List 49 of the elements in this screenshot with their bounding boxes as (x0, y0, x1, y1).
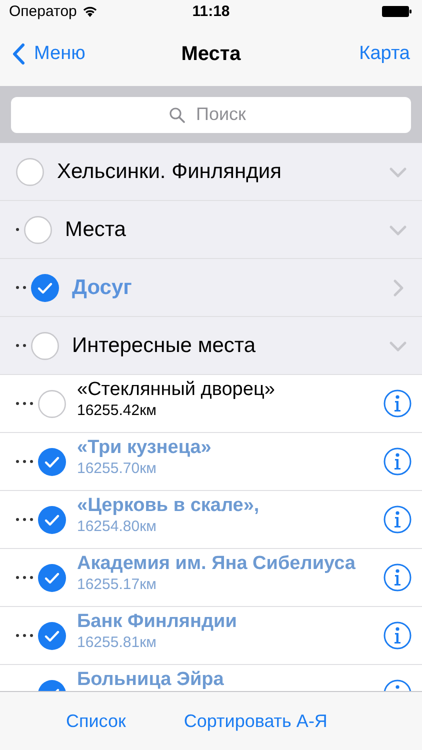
place-distance: 16255.42км (77, 402, 158, 419)
info-icon[interactable] (383, 563, 412, 592)
category-row[interactable]: Интересные места (0, 317, 422, 375)
place-name: «Стеклянный дворец» (77, 379, 276, 400)
back-chevron-icon (12, 43, 25, 65)
category-row[interactable]: Досуг (0, 259, 422, 317)
checked-circle-icon[interactable] (31, 274, 59, 302)
info-icon[interactable] (383, 389, 412, 418)
carrier-name: Оператор (9, 2, 77, 20)
checked-circle-icon[interactable] (38, 448, 66, 476)
category-name: Места (65, 218, 127, 242)
checked-circle-icon[interactable] (38, 622, 66, 650)
back-button[interactable]: Меню (12, 43, 86, 65)
place-distance: 16254.80км (77, 518, 158, 535)
info-icon[interactable] (383, 447, 412, 476)
depth-dots-icon (16, 402, 36, 405)
wifi-icon (82, 5, 98, 17)
category-row[interactable]: Хельсинки. Финляндия (0, 143, 422, 201)
nav-title: Места (180, 42, 242, 66)
depth-dots-icon (16, 228, 22, 231)
place-name: Больница Эйра (77, 669, 225, 690)
category-name: Хельсинки. Финляндия (57, 160, 282, 184)
info-icon[interactable] (383, 621, 412, 650)
place-name: «Церковь в скале», (77, 495, 260, 516)
depth-dots-icon (16, 576, 36, 579)
depth-dots-icon (16, 286, 29, 289)
toolbar-button[interactable]: Сортировать А-Я (184, 710, 328, 732)
category-name: Досуг (72, 276, 133, 300)
search-field[interactable]: Поиск (11, 96, 411, 132)
battery-icon (382, 6, 412, 16)
category-row[interactable]: Места (0, 201, 422, 259)
depth-dots-icon (16, 344, 29, 347)
checked-circle-icon[interactable] (38, 564, 66, 592)
status-time: 11:18 (191, 2, 231, 20)
map-button[interactable]: Карта (359, 43, 410, 65)
place-distance: 16255.17км (77, 576, 158, 593)
depth-dots-icon (16, 460, 36, 463)
checked-circle-icon[interactable] (38, 506, 66, 534)
info-icon[interactable] (383, 505, 412, 534)
place-name: Академия им. Яна Сибелиуса (77, 553, 356, 574)
depth-dots-icon (16, 518, 36, 521)
category-name: Интересные места (72, 334, 256, 358)
place-distance: 16255.70км (77, 460, 158, 477)
search-icon (169, 106, 185, 122)
depth-dots-icon (16, 634, 36, 637)
place-name: Банк Финляндии (77, 611, 238, 632)
place-name: «Три кузнеца» (77, 437, 212, 458)
toolbar-button[interactable]: Список (66, 710, 126, 732)
place-distance: 16255.81км (77, 634, 158, 651)
